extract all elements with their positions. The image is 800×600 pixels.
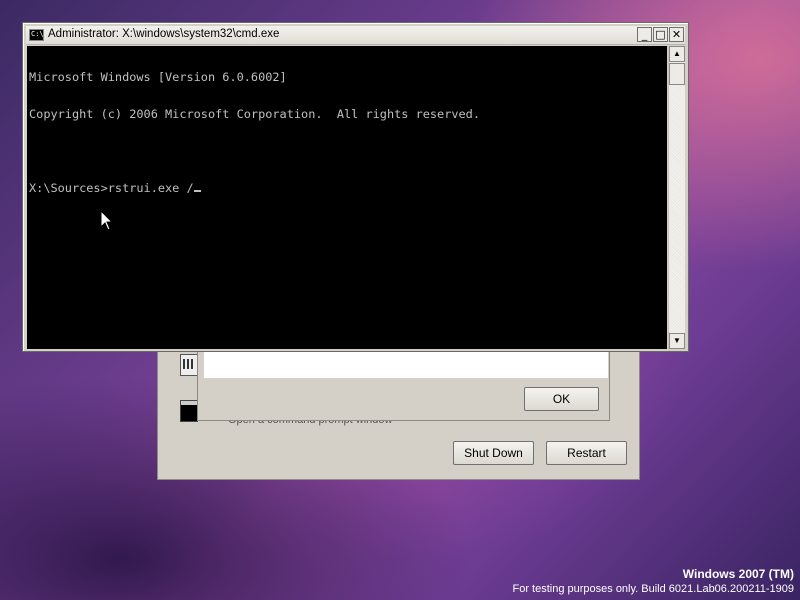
cmd-window: C:\ Administrator: X:\windows\system32\c… [22,22,689,352]
scroll-up-icon[interactable]: ▲ [669,46,685,62]
console-command[interactable]: X:\Sources>rstrui.exe / [29,181,194,195]
console-prompt-line: X:\Sources>rstrui.exe / [29,181,667,195]
ok-button[interactable]: OK [524,387,599,411]
watermark-build: For testing purposes only. Build 6021.La… [512,583,794,595]
vertical-scrollbar[interactable]: ▲ ▼ [668,46,685,349]
build-watermark: Windows 2007 (TM) For testing purposes o… [512,567,794,596]
text-cursor [193,190,201,193]
cmd-icon[interactable]: C:\ [29,29,44,41]
mouse-pointer-icon [100,210,114,231]
shut-down-button[interactable]: Shut Down [453,441,534,465]
watermark-title: Windows 2007 (TM) [682,567,794,581]
console-line: Microsoft Windows [Version 6.0.6002] [29,69,287,84]
scroll-down-icon[interactable]: ▼ [669,333,685,349]
cmd-titlebar[interactable]: C:\ Administrator: X:\windows\system32\c… [26,26,685,45]
console-output[interactable]: Microsoft Windows [Version 6.0.6002] Cop… [27,46,667,349]
close-icon[interactable]: ✕ [669,27,684,42]
maximize-icon[interactable]: □ [653,27,668,42]
scrollbar-thumb[interactable] [669,63,685,85]
window-title: Administrator: X:\windows\system32\cmd.e… [48,28,280,40]
minimize-icon[interactable]: _ [637,27,652,42]
console-line: Copyright (c) 2006 Microsoft Corporation… [29,107,481,122]
restart-button[interactable]: Restart [546,441,627,465]
memory-diagnostic-icon[interactable] [180,354,198,376]
command-prompt-icon[interactable] [180,400,198,422]
